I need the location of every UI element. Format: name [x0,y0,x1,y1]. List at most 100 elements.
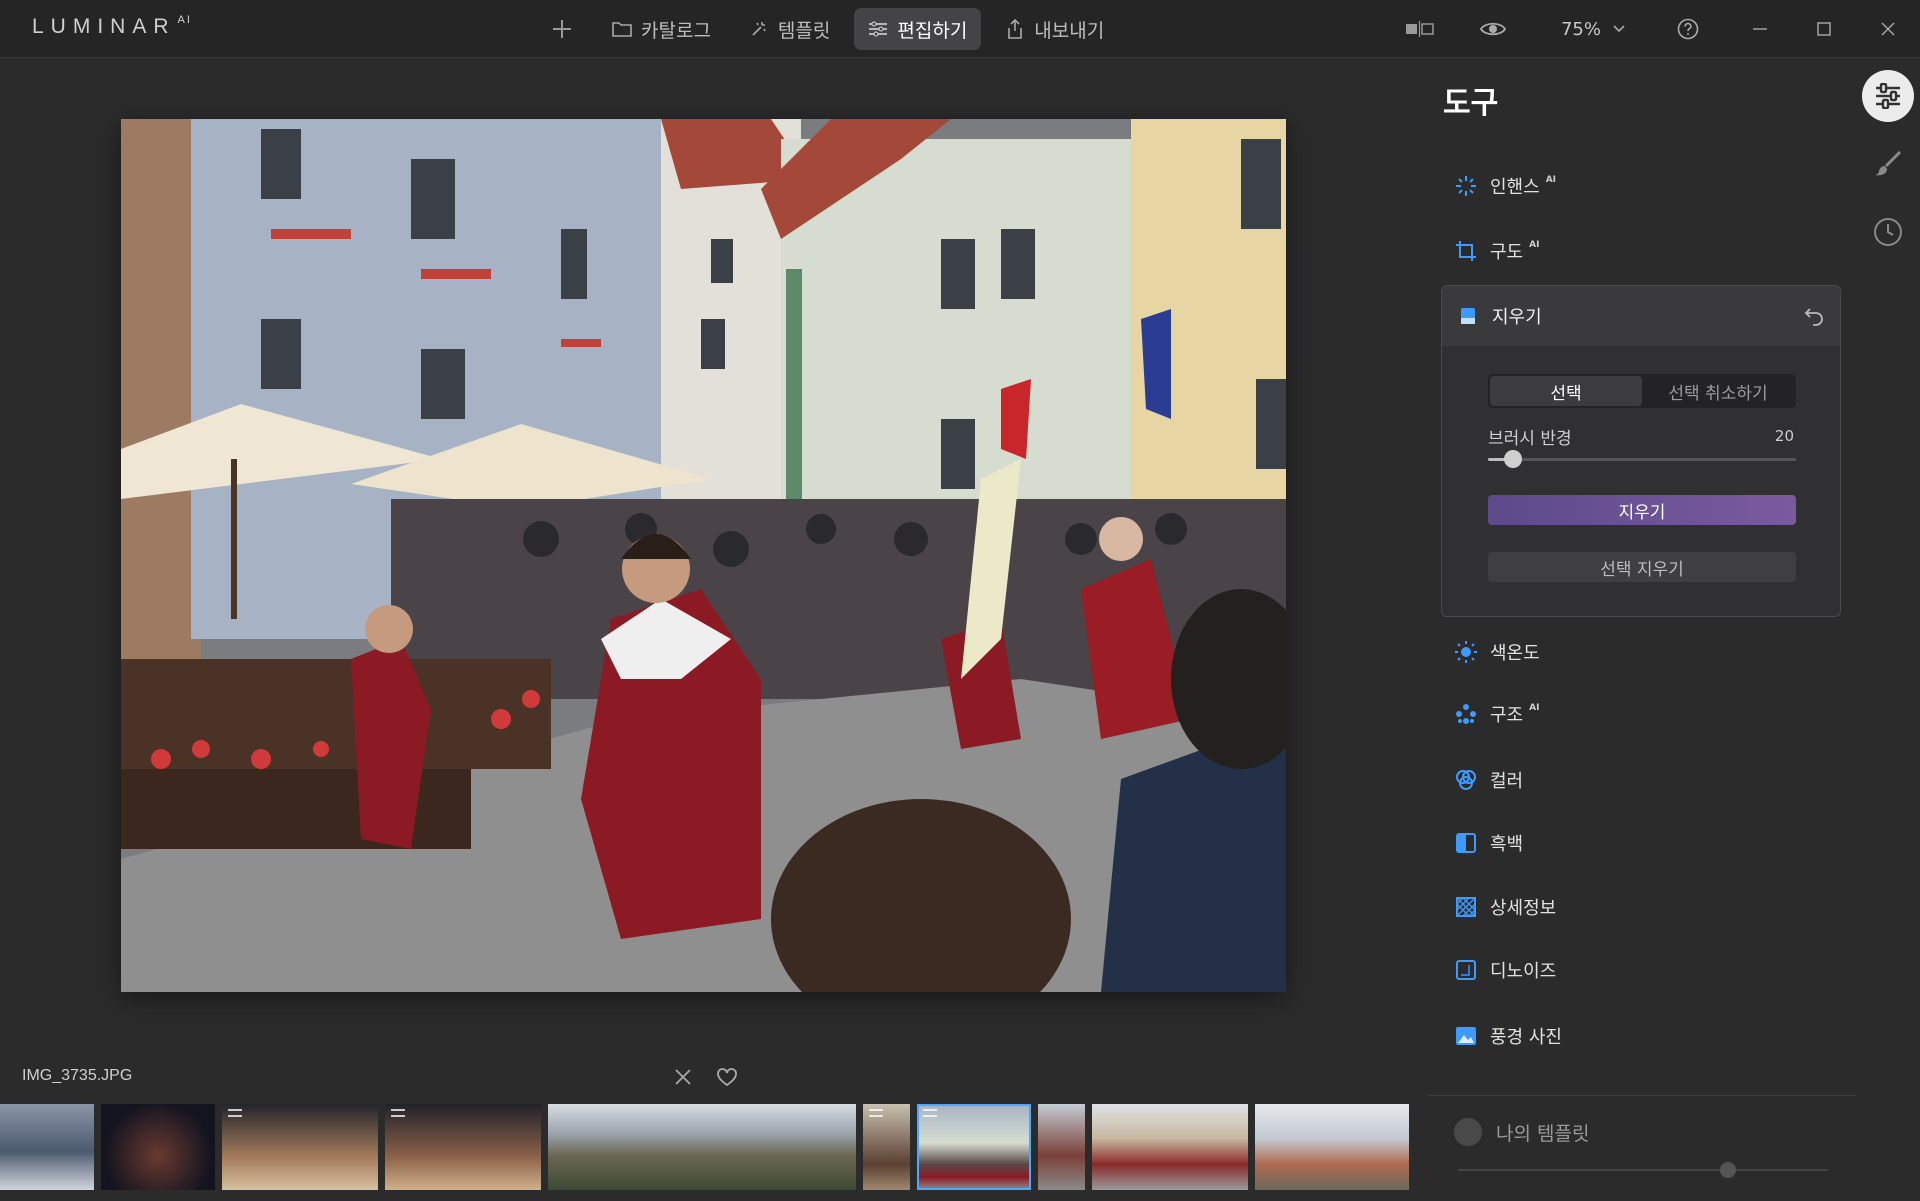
deselect-mode-button[interactable]: 선택 취소하기 [1642,376,1794,406]
minimize-button[interactable] [1728,0,1792,58]
details-grid-icon [1454,895,1478,919]
tool-denoise[interactable]: 디노이즈 [1454,954,1556,986]
thumbnail[interactable] [1038,1104,1085,1190]
thumbnail[interactable] [101,1104,215,1190]
tools-panel-button[interactable] [1862,70,1914,122]
tool-structure-label: 구조 [1490,705,1524,726]
add-photos-button[interactable] [540,7,584,51]
tool-structure[interactable]: 구조 AI [1454,698,1539,730]
tab-edit-label: 편집하기 [897,19,968,42]
tab-templates[interactable]: 템플릿 [735,8,844,50]
tool-black-white-label: 흑백 [1490,834,1524,855]
tool-enhance-label: 인핸스 [1490,177,1540,198]
tool-composition-label: 구도 [1490,242,1524,263]
edited-badge-icon [391,1109,405,1117]
tool-details[interactable]: 상세정보 [1454,891,1556,923]
reset-icon[interactable] [1802,304,1826,328]
tool-color[interactable]: 컬러 [1454,764,1523,796]
brush-radius-handle[interactable] [1503,450,1522,468]
preview-button[interactable] [1448,0,1538,58]
photo-canvas[interactable] [121,119,1286,992]
thumbnail[interactable] [222,1104,378,1190]
thumbnail[interactable] [385,1104,541,1190]
street-parade-photo [121,119,1286,992]
main-nav: 카탈로그 템플릿 편집하기 내보내기 [540,7,1128,51]
ai-badge: AI [1545,175,1557,185]
help-icon [1677,18,1699,40]
thumbnail[interactable] [548,1104,856,1190]
denoise-icon [1454,958,1478,982]
select-mode-button[interactable]: 선택 [1490,376,1642,406]
erase-tool-card: 지우기 선택 선택 취소하기 브러시 반경 20 지우기 선택 지우기 [1441,285,1841,617]
sparkle-icon [749,19,769,39]
tool-denoise-label: 디노이즈 [1490,961,1557,982]
favorite-heart-icon[interactable] [716,1066,738,1088]
tools-title: 도구 [1443,86,1499,121]
clear-selection-button[interactable]: 선택 지우기 [1488,552,1796,582]
maximize-icon [1817,22,1831,36]
ai-badge: AI [1529,703,1540,713]
share-icon [1005,19,1025,39]
template-amount-handle[interactable] [1720,1162,1736,1178]
enhance-sparkle-icon [1454,174,1478,198]
my-templates-section[interactable]: 나의 템플릿 [1454,1118,1589,1146]
tool-black-white[interactable]: 흑백 [1454,827,1523,859]
app-logo: LUMINAR AI [32,14,192,38]
brush-radius-slider[interactable] [1488,450,1796,468]
erase-tool-title: 지우기 [1492,307,1542,328]
crop-icon [1454,239,1478,263]
sun-icon [1454,640,1478,664]
tool-color-temperature[interactable]: 색온도 [1454,636,1540,668]
tool-enhance[interactable]: 인핸스 AI [1454,170,1556,202]
local-masking-button[interactable] [1862,138,1914,190]
tab-catalog[interactable]: 카탈로그 [598,8,725,50]
thumbnail[interactable] [863,1104,910,1190]
edited-badge-icon [228,1109,242,1117]
folder-icon [612,19,632,39]
tab-export-label: 내보내기 [1034,19,1105,42]
color-circles-icon [1454,768,1478,792]
minimize-icon [1753,28,1767,30]
erase-tool-header[interactable]: 지우기 [1442,286,1840,346]
template-amount-slider[interactable] [1458,1162,1828,1178]
current-filename: IMG_3735.JPG [22,1067,133,1084]
thumbnail[interactable] [1092,1104,1248,1190]
panel-divider [1428,1095,1856,1096]
chevron-down-icon [1613,25,1625,33]
tab-catalog-label: 카탈로그 [641,19,711,42]
close-window-button[interactable] [1856,0,1920,58]
reject-icon[interactable] [672,1066,694,1088]
landscape-icon [1454,1024,1478,1048]
side-toolbar [1862,70,1914,274]
erase-button[interactable]: 지우기 [1488,495,1796,525]
compare-button[interactable] [1392,0,1448,58]
history-button[interactable] [1862,206,1914,258]
clock-icon [1874,218,1902,246]
structure-icon [1454,702,1478,726]
tab-templates-label: 템플릿 [777,19,831,42]
tool-landscape[interactable]: 풍경 사진 [1454,1020,1562,1052]
my-templates-icon [1454,1118,1482,1146]
close-icon [1881,22,1895,36]
thumbnail[interactable] [0,1104,94,1190]
thumbnail-selected[interactable] [917,1104,1031,1190]
top-bar: LUMINAR AI 카탈로그 템플릿 편집하기 내보내기 75% [0,0,1920,58]
tool-details-label: 상세정보 [1490,898,1557,919]
thumbnail[interactable] [1255,1104,1409,1190]
sliders-icon [1876,83,1900,109]
tool-color-label: 컬러 [1490,771,1524,792]
eye-icon [1480,22,1506,36]
help-button[interactable] [1648,0,1728,58]
zoom-dropdown[interactable]: 75% [1538,0,1648,58]
maximize-button[interactable] [1792,0,1856,58]
tool-composition[interactable]: 구도 AI [1454,235,1539,267]
select-mode-toggle: 선택 선택 취소하기 [1488,374,1796,408]
plus-icon [553,20,571,38]
brush-icon [1875,150,1902,176]
zoom-value: 75% [1560,18,1601,40]
tab-export[interactable]: 내보내기 [991,8,1118,50]
tool-color-temperature-label: 색온도 [1490,643,1540,664]
tab-edit[interactable]: 편집하기 [854,8,982,50]
edited-badge-icon [923,1109,937,1117]
brush-radius-value: 20 [1774,427,1794,445]
